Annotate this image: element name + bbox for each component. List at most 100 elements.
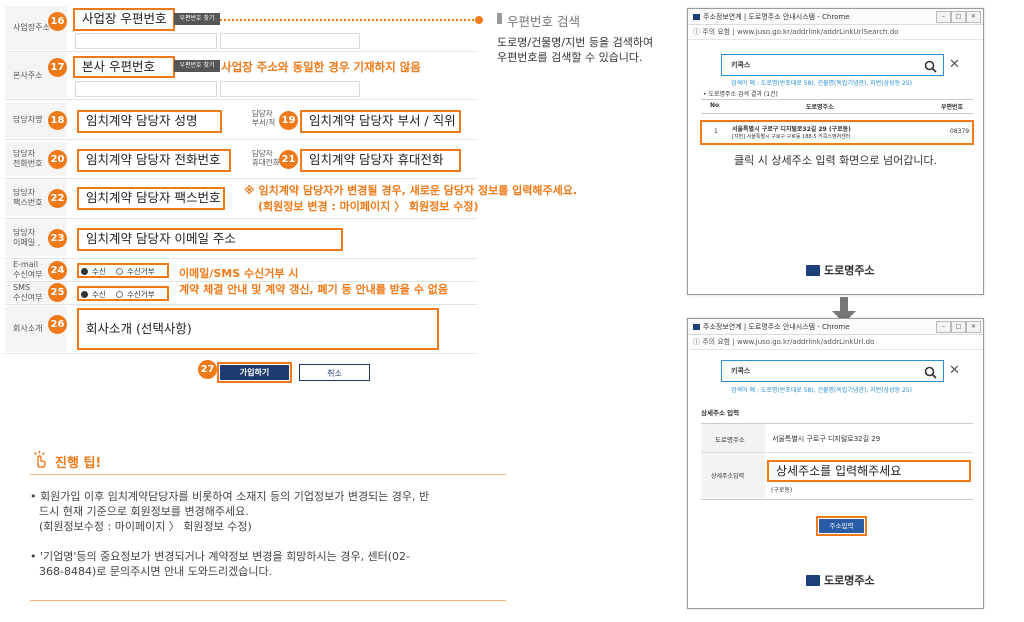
receive-note-detail: 계약 체결 안내 및 계약 갱신, 폐기 등 안내를 받을 수 없음 <box>179 283 448 296</box>
contact-email-input[interactable]: 임치계약 담당자 이메일 주소 <box>77 228 343 251</box>
tip-item-2: • '기업명'등의 중요정보가 변경되거나 계약정보 변경을 희망하시는 경우,… <box>30 549 410 579</box>
divider <box>5 353 477 354</box>
clear-search-icon[interactable]: ✕ <box>949 57 960 72</box>
search-example: 검색어 예 : 도로명(반포대로 58), 건물명(독립기념관), 지번(삼성동… <box>731 80 912 87</box>
hq-postcode-input[interactable]: 본사 우편번호 <box>73 56 175 78</box>
juso-logo-icon <box>806 574 820 586</box>
tip-line: 368-8484)로 문의주시면 안내 도와드리겠습니다. <box>39 565 273 578</box>
radio-icon <box>81 268 88 275</box>
popup-title-bar: 주소정보연계 | 도로명주소 안내시스템 - Chrome – □ ✕ <box>688 319 983 335</box>
contact-mobile-input[interactable]: 임치계약 담당자 휴대전화 <box>300 149 461 172</box>
postcode-search-title: 우편번호 검색 <box>507 14 580 29</box>
hq-postcode-search-button[interactable]: 우편번호 찾기 <box>174 60 220 72</box>
step-badge-21: 21 <box>279 150 298 169</box>
email-receive-yes-radio[interactable]: 수신 <box>81 266 106 277</box>
result-count: • 도로명주소 검색 결과 (1건) <box>703 91 778 98</box>
tip-line: 드시 현재 기준으로 회원정보를 변경해주세요. <box>39 505 249 518</box>
radio-icon <box>116 268 123 275</box>
step-badge-22: 22 <box>48 189 67 208</box>
step-badge-27: 27 <box>198 360 217 379</box>
join-button[interactable]: 가입하기 <box>220 365 289 380</box>
search-icon[interactable] <box>924 364 937 383</box>
divider <box>701 499 973 500</box>
road-label-cell: 도로명주소 <box>701 424 765 452</box>
address-popup-detail: 주소정보연계 | 도로명주소 안내시스템 - Chrome – □ ✕ ⓘ 주의… <box>687 318 984 609</box>
detail-address-input[interactable]: 상세주소를 입력해주세요 <box>767 460 971 482</box>
receive-note: 이메일/SMS 수신거부 시 <box>179 267 299 280</box>
biz-postcode-input[interactable]: 사업장 우편번호 <box>73 8 175 31</box>
maximize-icon[interactable]: □ <box>951 321 966 333</box>
maximize-icon[interactable]: □ <box>951 11 966 23</box>
label-contact-dept: 담당자 부서/직 <box>252 109 276 127</box>
clear-search-icon[interactable]: ✕ <box>949 363 960 378</box>
contact-dept-input[interactable]: 임치계약 담당자 부서 / 직위 <box>300 110 461 133</box>
company-intro-textarea[interactable]: 회사소개 (선택사항) <box>77 308 439 350</box>
divider <box>5 258 477 259</box>
result-jibun: [지번] 서울특별시 구로구 구로동 188-5 키콕스벤처센터 <box>732 134 851 140</box>
divider <box>5 218 477 219</box>
road-value: 서울특별시 구로구 디지털로32길 29 <box>772 435 881 443</box>
detail-label-cell: 상세주소입력 <box>701 453 765 498</box>
radio-icon <box>116 291 123 298</box>
divider <box>5 139 477 140</box>
contact-fax-input[interactable]: 임치계약 담당자 팩스번호 <box>77 187 225 210</box>
biz-address-input[interactable] <box>75 33 217 49</box>
info-bullet-bar <box>497 13 502 24</box>
divider <box>5 304 477 305</box>
cancel-button[interactable]: 취소 <box>299 364 370 381</box>
result-row[interactable]: 1 서울특별시 구로구 디지털로32길 29 (구로동) [지번] 서울특별시 … <box>700 120 974 145</box>
detail-label: 상세주소입력 <box>711 473 745 480</box>
col-zip: 우편번호 <box>941 104 964 111</box>
result-zip: 08379 <box>950 128 970 135</box>
tip-line: • 회원가입 이후 임치계약담당자를 비롯하여 소재지 등의 기업정보가 변경되… <box>30 490 430 503</box>
col-address: 도로명주소 <box>806 104 834 111</box>
step-badge-25: 25 <box>48 283 67 302</box>
juso-logo: 도로명주소 <box>806 572 875 588</box>
dotted-connector <box>220 19 478 21</box>
juso-icon <box>693 13 700 20</box>
close-icon[interactable]: ✕ <box>966 321 981 333</box>
hq-address-note: 사업장 주소와 동일한 경우 기재하지 않음 <box>221 60 421 74</box>
label-contact-mobile: 담당자 휴대전화 <box>252 149 280 167</box>
search-icon[interactable] <box>924 58 937 77</box>
popup-title: 주소정보연계 | 도로명주소 안내시스템 - Chrome <box>703 322 850 331</box>
sms-receive-yes-radio[interactable]: 수신 <box>81 289 106 300</box>
popup-search-input[interactable]: 키콕스 <box>721 54 944 76</box>
result-no: 1 <box>714 128 718 135</box>
postcode-search-desc: 도로명/건물명/지번 등을 검색하여 우편번호를 검색할 수 있습니다. <box>497 35 653 65</box>
step-badge-20: 20 <box>48 150 67 169</box>
submit-address-button[interactable]: 주소입력 <box>819 519 864 533</box>
hq-address-input[interactable] <box>75 81 217 97</box>
step-badge-23: 23 <box>48 229 67 248</box>
close-icon[interactable]: ✕ <box>966 11 981 23</box>
email-receive-no-radio[interactable]: 수신거부 <box>116 266 155 277</box>
detail-section-title: 상세주소 입력 <box>701 409 740 417</box>
divider <box>5 178 477 179</box>
radio-icon <box>81 291 88 298</box>
connector-dot <box>475 16 483 24</box>
arrow-shaft <box>840 297 848 311</box>
tips-bottom-line <box>30 600 506 601</box>
contact-name-input[interactable]: 임치계약 담당자 성명 <box>77 110 222 133</box>
minimize-icon[interactable]: – <box>936 321 951 333</box>
desc-line: 도로명/건물명/지번 등을 검색하여 <box>497 36 654 49</box>
step-badge-17: 17 <box>48 58 67 77</box>
col-no: No <box>710 102 720 109</box>
popup-search-input[interactable]: 키콕스 <box>721 360 944 382</box>
search-query-text: 키콕스 <box>731 367 751 375</box>
juso-logo-icon <box>806 264 820 276</box>
step-badge-16: 16 <box>48 12 67 31</box>
biz-postcode-search-button[interactable]: 우편번호 찾기 <box>174 13 220 25</box>
click-note: 클릭 시 상세주소 입력 화면으로 넘어갑니다. <box>734 154 938 167</box>
hq-address-detail-input[interactable] <box>220 81 360 97</box>
juso-icon <box>693 323 700 330</box>
biz-address-detail-input[interactable] <box>220 33 360 49</box>
detail-sub: (구로동) <box>771 487 793 494</box>
contact-phone-input[interactable]: 임치계약 담당자 전화번호 <box>77 149 231 172</box>
tip-item-1: • 회원가입 이후 임치계약담당자를 비롯하여 소재지 등의 기업정보가 변경되… <box>30 489 429 534</box>
tip-line: (회원정보수정 : 마이페이지 〉 회원정보 수정) <box>39 520 252 533</box>
sms-receive-no-radio[interactable]: 수신거부 <box>116 289 155 300</box>
address-popup-search: 주소정보연계 | 도로명주소 안내시스템 - Chrome – □ ✕ ⓘ 주의… <box>687 8 984 295</box>
step-badge-26: 26 <box>48 315 67 334</box>
minimize-icon[interactable]: – <box>936 11 951 23</box>
